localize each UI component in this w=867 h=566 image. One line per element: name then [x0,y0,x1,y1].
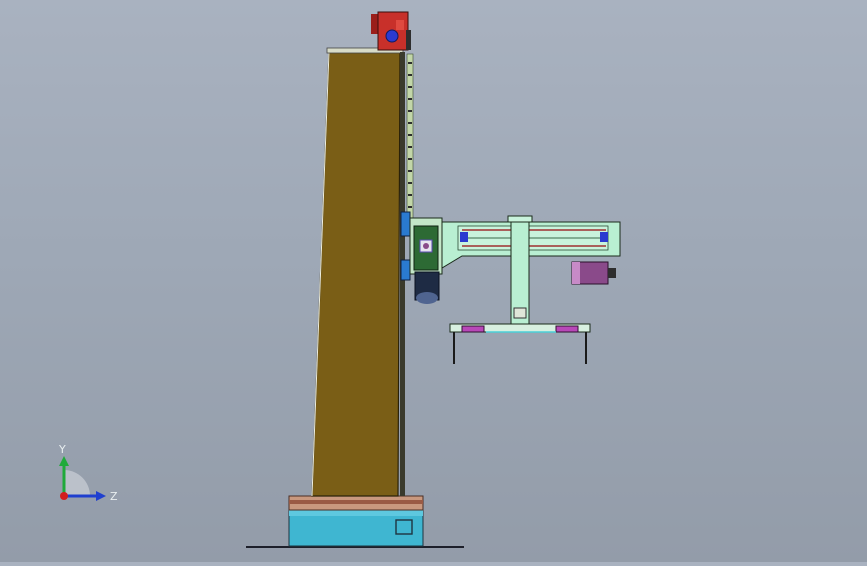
spindle-cap [507,215,533,223]
z-axis-label: Z [110,490,118,503]
arm-end-bearing-left [460,232,468,242]
arm-motor-flange [572,262,580,284]
spindle-clamp [513,307,527,319]
cable-drag-chain [406,53,414,225]
y-axis-arrow [59,456,69,466]
gripper-cylinder-right [555,325,579,333]
carriage-bearing-upper [400,211,411,237]
carriage-bearing-lower [400,259,411,281]
base-ring-band [289,500,423,504]
gearbox-shaft [385,29,399,43]
y-axis-label: Y [58,443,66,456]
base-drum-highlight [289,510,423,516]
coordinate-triad: Y Z [58,443,118,503]
cad-model-drawing [246,11,621,548]
top-gearbox[interactable] [371,11,411,51]
x-axis-dot [60,492,68,500]
gripper-cylinder-left [461,325,485,333]
arm-motor[interactable] [571,261,616,285]
vertical-carriage[interactable] [400,211,443,304]
vertical-spindle[interactable] [507,215,533,327]
arm-end-bearing-right [600,232,608,242]
cad-viewport[interactable]: Y Z [0,0,867,562]
z-axis-arrow [96,491,106,501]
rotary-base[interactable] [288,495,424,547]
gripper-assembly[interactable] [449,323,591,364]
column-body [311,51,401,497]
triad-arc [64,470,90,496]
arm-motor-encoder [608,268,616,278]
main-column[interactable] [311,47,405,497]
horizontal-arm[interactable] [441,221,621,269]
